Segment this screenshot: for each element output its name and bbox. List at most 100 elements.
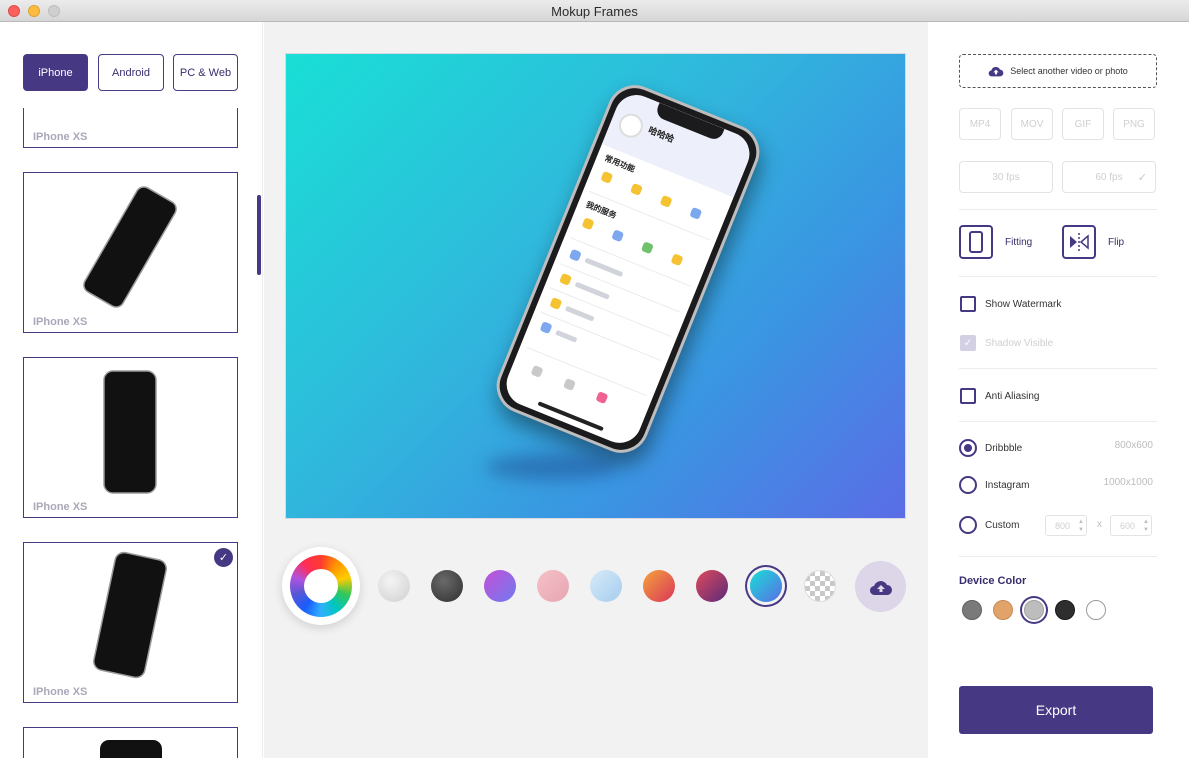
device-thumbnail-selected[interactable]: ✓ IPhone XS [23,542,238,703]
app-feature-icon [640,241,654,255]
device-color-silver[interactable] [1024,600,1044,620]
thumbnail-label: IPhone XS [33,316,88,328]
home-indicator [537,401,604,432]
select-media-label: Select another video or photo [1010,66,1128,76]
bg-swatch-transparent[interactable] [804,570,836,602]
phone-thumbnail-image [93,551,167,679]
bg-swatch-dark-gray[interactable] [431,570,463,602]
thumbnail-label: IPhone XS [33,501,88,513]
app-list-text [584,257,624,278]
stepper-icon[interactable]: ▲ ▼ [1143,518,1149,534]
divider [959,276,1157,277]
size-instagram-radio[interactable] [959,476,977,494]
shadow-visible-label: Shadow Visible [985,338,1054,349]
category-pc-web-button[interactable]: PC & Web [173,54,238,91]
size-dribbble-value: 800x600 [1114,440,1153,451]
device-thumbnail[interactable]: IPhone XS [23,172,238,333]
phone-thumbnail-image [100,740,162,758]
bg-swatch-light-gray[interactable] [378,570,410,602]
stepper-icon[interactable]: ▲ ▼ [1078,518,1084,534]
format-png-button[interactable]: PNG [1113,108,1155,140]
size-dribbble-label: Dribbble [985,443,1023,454]
app-feature-icon [611,229,625,243]
divider [959,556,1157,557]
anti-aliasing-checkbox[interactable] [960,388,976,404]
size-instagram-label: Instagram [985,480,1030,491]
device-thumbnail[interactable]: IPhone XS [23,357,238,518]
export-button[interactable]: Export [959,686,1153,734]
app-list-icon [568,248,582,262]
app-list-text [574,281,610,300]
size-dribbble-radio[interactable] [959,439,977,457]
size-custom-radio[interactable] [959,516,977,534]
app-feature-icon [659,194,673,208]
phone-thumbnail-image [83,186,177,308]
sidebar-scrollbar[interactable] [257,195,261,275]
fps-60-label: 60 fps [1095,171,1123,183]
select-media-button[interactable]: Select another video or photo [959,54,1157,88]
custom-width-value: 800 [1055,520,1071,531]
device-thumbnail[interactable] [23,727,238,758]
window-title: Mokup Frames [551,4,638,19]
custom-height-value: 600 [1120,520,1136,531]
app-list-icon [539,321,553,335]
app-tab-icon [595,391,609,405]
bg-swatch-plum[interactable] [696,570,728,602]
custom-color-picker-button[interactable] [282,547,360,625]
app-list-icon [559,272,573,286]
device-color-gold[interactable] [993,600,1013,620]
category-iphone-button[interactable]: iPhone [23,54,88,91]
bg-swatch-pink[interactable] [537,570,569,602]
device-color-black[interactable] [1055,600,1075,620]
fitting-label: Fitting [1005,237,1033,248]
phone-thumbnail-image [103,370,157,494]
flip-button[interactable] [1062,225,1096,259]
bg-swatch-teal-selected[interactable] [750,570,782,602]
device-color-white[interactable] [1086,600,1106,620]
app-header [601,88,757,198]
format-gif-button[interactable]: GIF [1062,108,1104,140]
custom-width-input[interactable]: 800 ▲ ▼ [1045,515,1087,536]
upload-background-button[interactable] [855,561,906,612]
fps-60-button[interactable]: 60 fps ✓ [1062,161,1156,193]
show-watermark-checkbox[interactable] [960,296,976,312]
color-wheel-icon [290,555,352,617]
app-window: Mokup Frames iPhone Android PC & Web IPh… [0,0,1189,758]
mockup-preview: 哈哈哈 常用功能 我的服务 [285,53,906,519]
app-feature-icon [689,206,703,220]
selected-check-icon: ✓ [214,548,233,567]
bg-swatch-violet[interactable] [484,570,516,602]
thumbnail-label: IPhone XS [33,686,88,698]
title-bar: Mokup Frames [0,0,1189,22]
custom-height-input[interactable]: 600 ▲ ▼ [1110,515,1152,536]
thumbnail-label: IPhone XS [33,131,88,143]
app-tab-icon [562,377,576,391]
device-color-gray[interactable] [962,600,982,620]
fitting-icon [969,231,983,253]
anti-aliasing-label: Anti Aliasing [985,391,1040,402]
check-icon: ✓ [1137,172,1147,184]
app-list-icon [549,296,563,310]
app-feature-icon [600,170,614,184]
app-feature-icon [581,217,595,231]
bg-swatch-sky[interactable] [590,570,622,602]
divider [959,421,1157,422]
phone-mockup: 哈哈哈 常用功能 我的服务 [488,76,768,462]
bg-swatch-orange[interactable] [643,570,675,602]
device-color-title: Device Color [959,575,1027,587]
preview-area: 哈哈哈 常用功能 我的服务 [264,22,928,758]
fps-30-button[interactable]: 30 fps [959,161,1053,193]
category-android-button[interactable]: Android [98,54,164,91]
fitting-button[interactable] [959,225,993,259]
format-mov-button[interactable]: MOV [1011,108,1053,140]
divider [959,368,1157,369]
flip-label: Flip [1108,237,1125,248]
dimension-separator: x [1097,519,1102,530]
app-list-text [555,329,578,343]
format-mp4-button[interactable]: MP4 [959,108,1001,140]
app-divider [526,346,648,397]
device-thumbnail[interactable]: IPhone XS [23,108,238,148]
divider [959,209,1157,210]
shadow-visible-checkbox[interactable]: ✓ [960,335,976,351]
phone-screen: 哈哈哈 常用功能 我的服务 [499,88,757,450]
